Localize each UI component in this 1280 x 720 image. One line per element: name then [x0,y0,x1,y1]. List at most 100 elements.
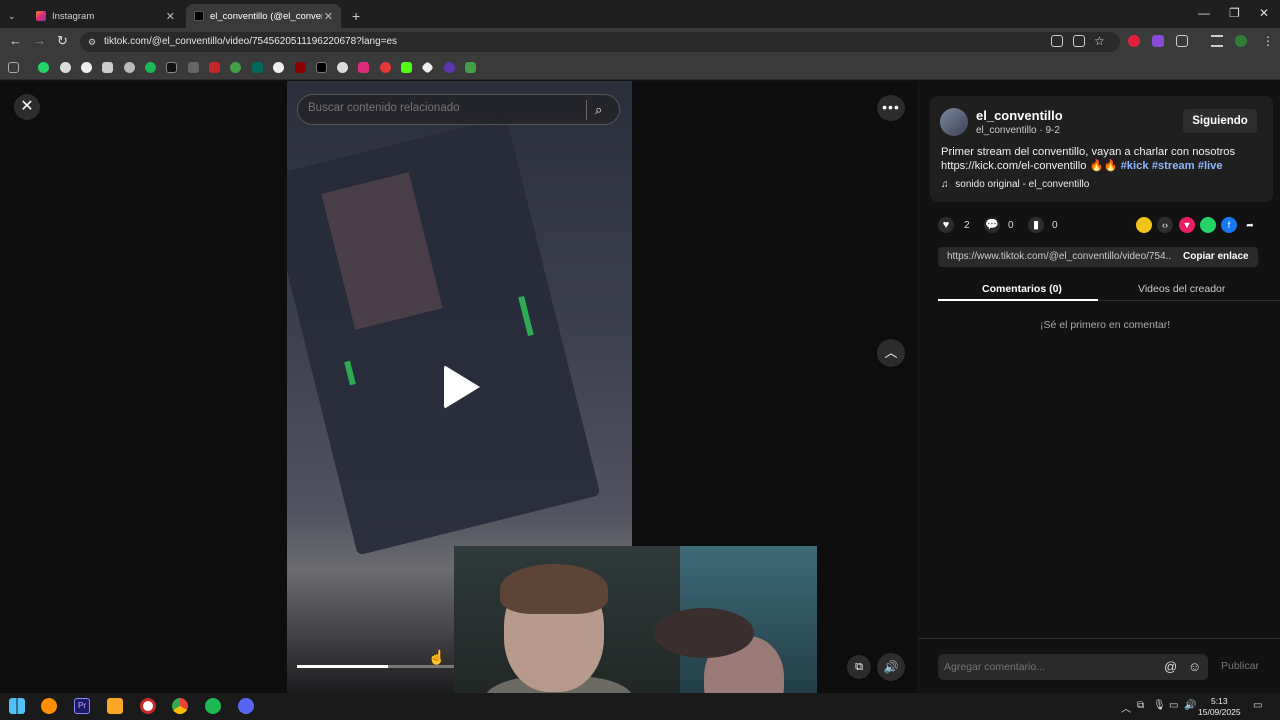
share-link-box: https://www.tiktok.com/@el_conventillo/v… [938,247,1258,267]
volume-button[interactable]: 🔊 [877,653,905,681]
tab-tiktok[interactable]: el_conventillo (@el_conventillo ✕ [186,4,341,28]
extensions-icon[interactable] [1176,35,1188,47]
bookmark-icon[interactable] [230,62,241,73]
hashtag[interactable]: #live [1198,160,1223,172]
notifications-icon[interactable]: ▭ [1253,700,1262,711]
coin-icon[interactable] [1136,217,1152,233]
previous-video-button[interactable]: ︿ [877,339,905,367]
bookmark-icon[interactable] [209,62,220,73]
taskbar-clock[interactable]: 5:13 15/09/2025 [1198,696,1241,718]
bookmark-icon[interactable] [81,62,92,73]
app-icon[interactable] [140,698,156,714]
bookmark-icon[interactable]: ▮ [1028,217,1044,233]
translate-icon[interactable] [1073,35,1085,47]
music-link[interactable]: ♫ sonido original - el_conventillo [941,179,1089,190]
apps-grid-icon[interactable] [8,62,19,73]
mouse-cursor: ☝ [428,649,446,665]
new-tab-button[interactable]: + [344,4,364,28]
following-button[interactable]: Siguiendo [1183,109,1257,133]
bookmark-icon[interactable] [444,62,455,73]
bookmark-icon[interactable] [295,62,306,73]
play-icon[interactable] [444,365,480,409]
tiktok-icon[interactable] [316,62,327,73]
install-app-icon[interactable] [1051,35,1063,47]
bookmark-icon[interactable] [421,61,434,74]
spotify-icon[interactable] [145,62,156,73]
related-search-box[interactable]: ⌕ [297,94,620,125]
fl-studio-icon[interactable] [41,698,57,714]
bookmark-star-icon[interactable]: ☆ [1094,34,1105,48]
share-icon[interactable]: ➦ [1242,217,1258,233]
embed-icon[interactable]: ‹› [1157,217,1173,233]
creator-handle: el_conventillo · 9-2 [976,125,1060,136]
creator-name[interactable]: el_conventillo [976,108,1063,123]
microphone-icon[interactable]: 🎙 [1153,700,1166,711]
extension-purple-icon[interactable] [1152,35,1164,47]
facebook-icon[interactable]: f [1221,217,1237,233]
speaker-icon[interactable]: 🔊 [1184,700,1196,711]
extension-red-icon[interactable] [1128,35,1140,47]
reload-icon[interactable]: ↻ [57,33,68,49]
tab-instagram[interactable]: Instagram ✕ [28,4,183,28]
start-icon[interactable] [9,698,25,714]
media-control-icon[interactable] [1211,35,1223,47]
close-tab-icon[interactable]: ✕ [166,10,175,23]
bookmark-icon[interactable] [252,62,263,73]
bookmark-icon[interactable] [273,62,284,73]
picture-in-picture-button[interactable]: ⧉ [847,655,871,679]
forward-icon[interactable]: → [33,33,46,48]
site-info-icon[interactable]: ⚙ [88,32,96,52]
mention-icon[interactable]: @ [1164,659,1177,674]
close-video-button[interactable]: ✕ [14,94,40,120]
address-bar[interactable]: ⚙ tiktok.com/@el_conventillo/video/75456… [80,32,1120,52]
avatar[interactable] [940,108,968,136]
profile-avatar-icon[interactable] [1235,35,1247,47]
search-icon[interactable]: ⌕ [595,102,602,118]
menu-icon[interactable]: ⋮ [1262,34,1274,48]
tray-app-icon[interactable]: ⧉ [1137,700,1144,711]
back-icon[interactable]: ← [9,33,22,48]
tab-creator-videos[interactable]: Videos del creador [1138,283,1225,295]
windows-taskbar: Pr ︿ ⧉ 🎙 ▭ 🔊 5:13 15/09/2025 ▭ [0,693,1280,720]
image-icon[interactable] [102,62,113,73]
whatsapp-icon[interactable] [38,62,49,73]
whatsapp-icon[interactable] [1200,217,1216,233]
file-explorer-icon[interactable] [107,698,123,714]
emoji-icon[interactable]: ☺ [1188,659,1201,674]
chrome-icon[interactable] [172,698,188,714]
bookmark-icon[interactable] [188,62,199,73]
network-icon[interactable]: ▭ [1169,700,1178,711]
publish-button[interactable]: Publicar [1221,660,1259,672]
browser-toolbar: ← → ↻ ⚙ tiktok.com/@el_conventillo/video… [0,28,1280,56]
more-options-button[interactable]: ••• [877,95,905,121]
apple-icon[interactable] [124,62,135,73]
premiere-icon[interactable]: Pr [74,698,90,714]
close-tab-icon[interactable]: ✕ [324,10,333,23]
spotify-icon[interactable] [205,698,221,714]
heart-icon[interactable]: ♥ [938,217,954,233]
close-window-icon[interactable]: ✕ [1259,6,1269,20]
sheets-icon[interactable] [465,62,476,73]
hashtag[interactable]: #stream [1152,160,1195,172]
send-icon[interactable]: ▼ [1179,217,1195,233]
comment-icon[interactable]: 💬 [984,217,1000,233]
copy-link-button[interactable]: Copiar enlace [1183,251,1249,262]
tab-comments[interactable]: Comentarios (0) [982,283,1062,295]
hashtag[interactable]: #kick [1121,160,1149,172]
discord-icon[interactable] [238,698,254,714]
kick-icon[interactable] [401,62,412,73]
github-icon[interactable] [337,62,348,73]
details-panel: el_conventillo el_conventillo · 9-2 Sigu… [918,81,1280,693]
letter-s-icon[interactable] [166,62,177,73]
share-link-text[interactable]: https://www.tiktok.com/@el_conventillo/v… [947,251,1172,262]
instagram-icon [36,11,46,21]
minimize-icon[interactable]: — [1198,6,1210,20]
video-caption: Primer stream del conventillo, vayan a c… [941,145,1261,173]
restore-icon[interactable]: ❐ [1229,6,1240,20]
tray-chevron-icon[interactable]: ︿ [1121,700,1131,715]
search-input[interactable] [308,102,578,114]
tab-list-button[interactable]: ⌄ [0,4,22,28]
instagram-icon[interactable] [358,62,369,73]
chatgpt-icon[interactable] [60,62,71,73]
youtube-icon[interactable] [380,62,391,73]
